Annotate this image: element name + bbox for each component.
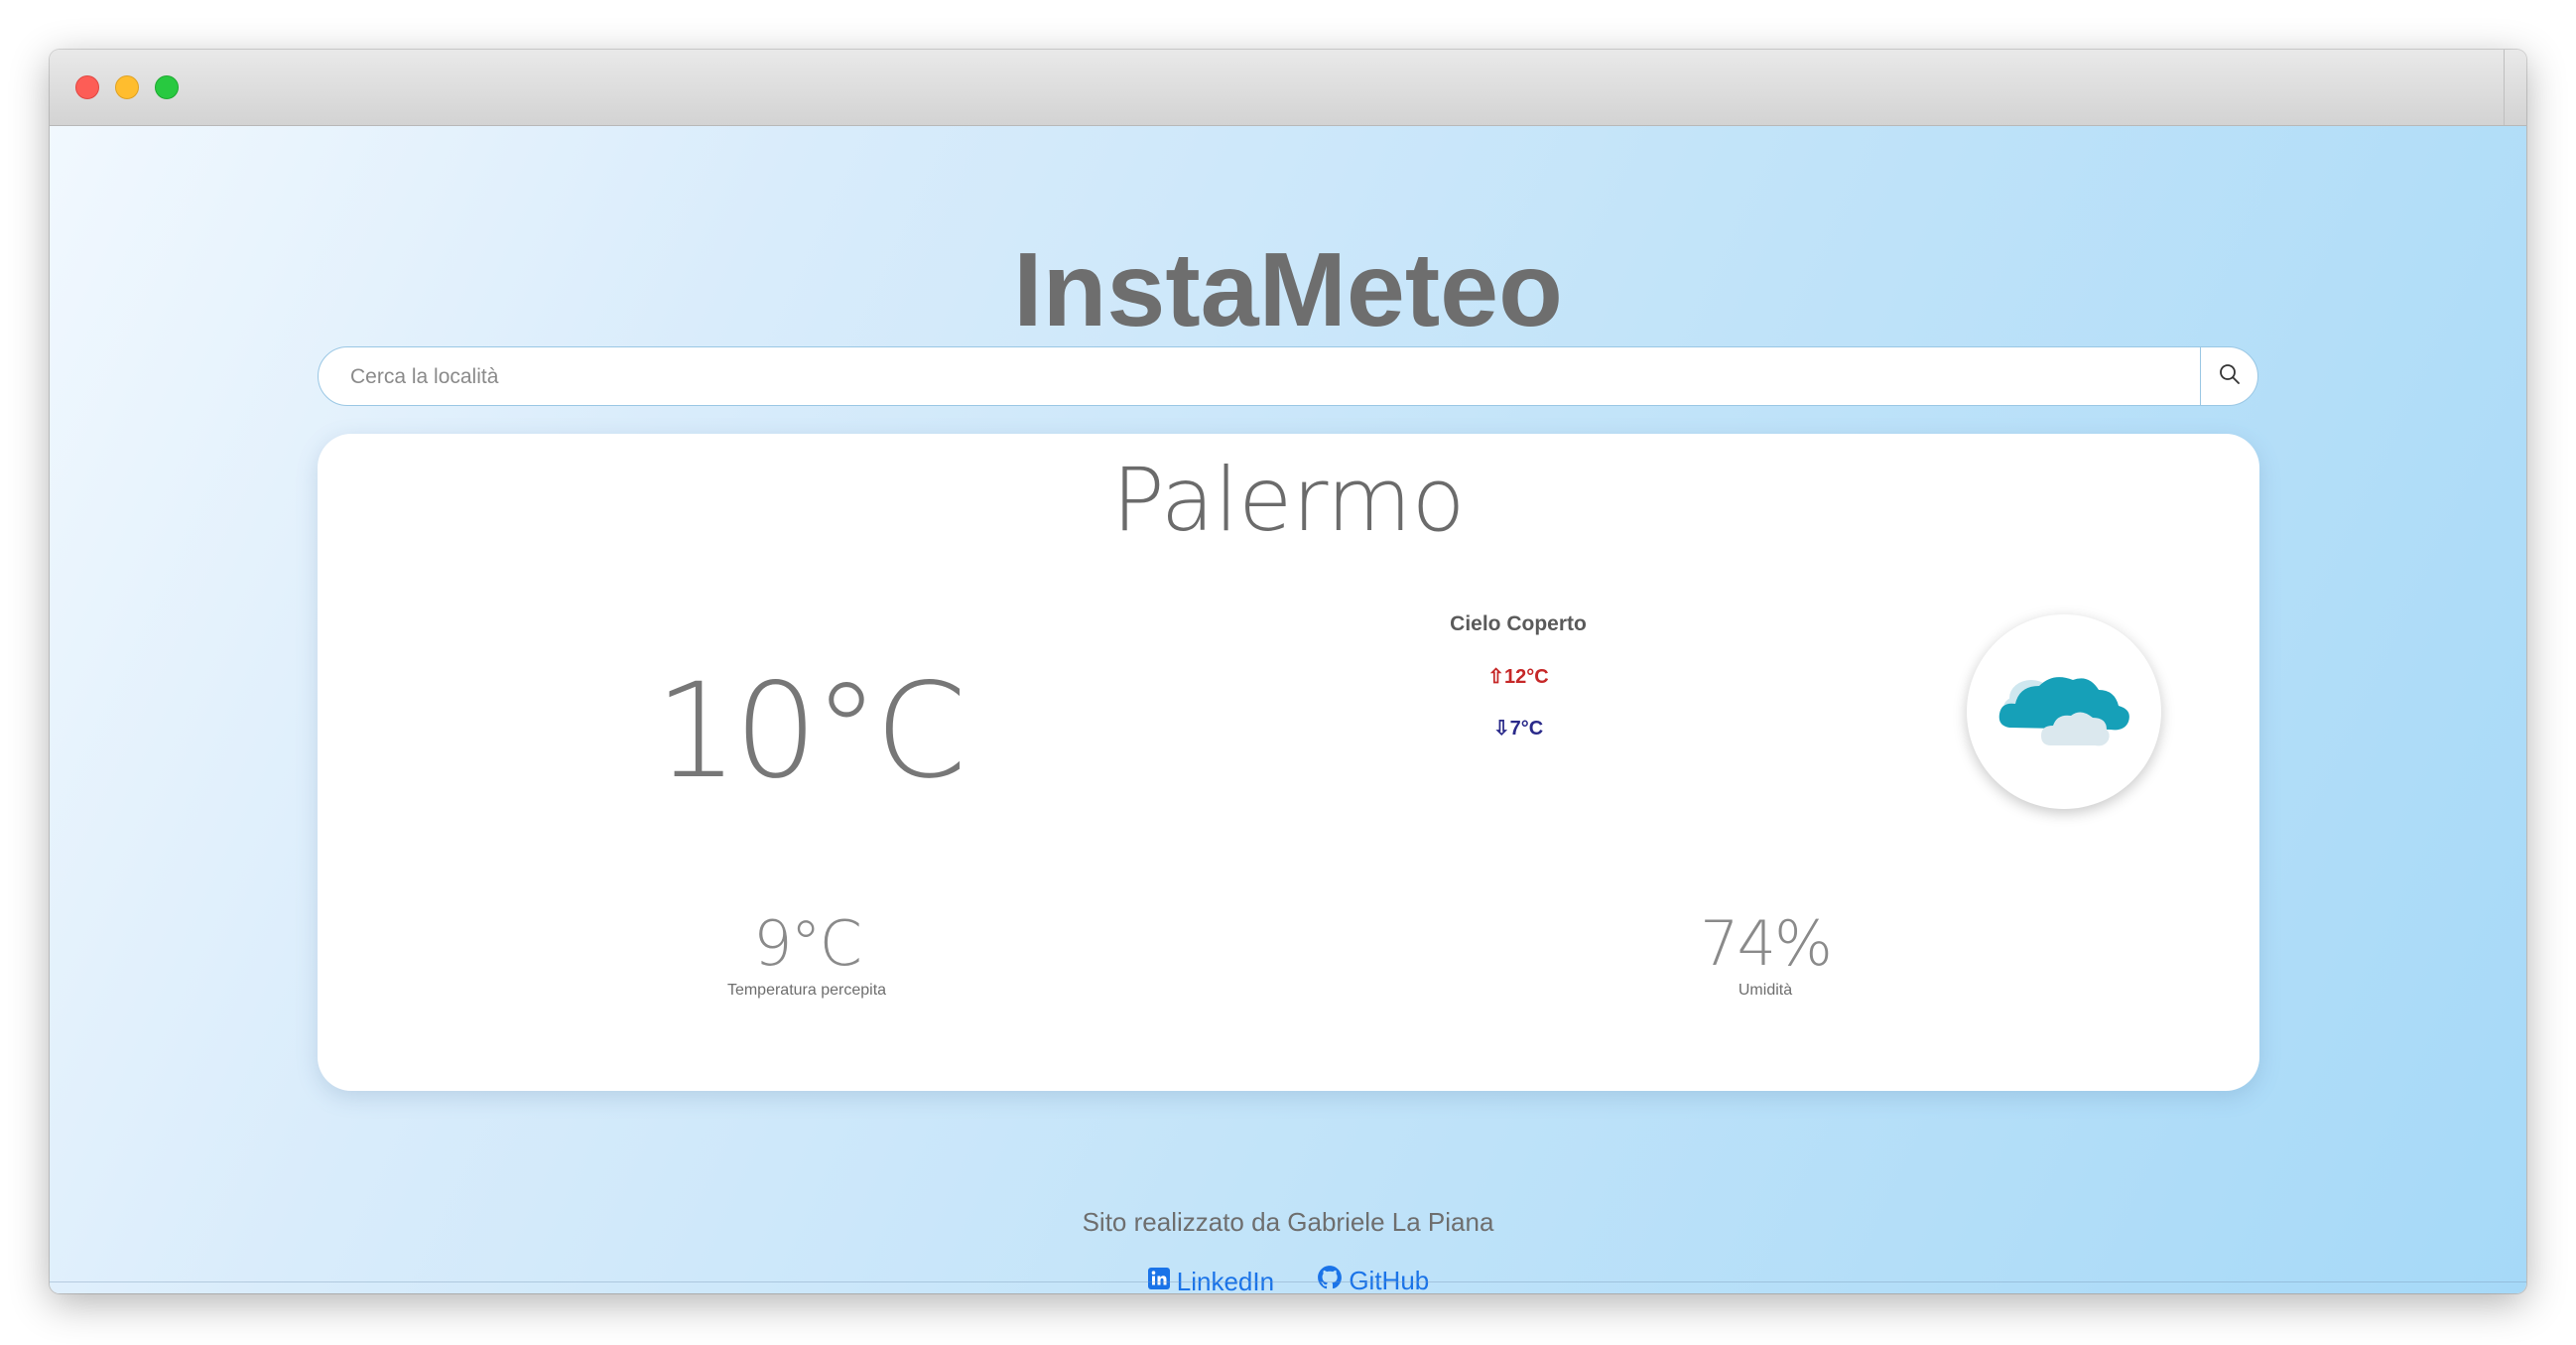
browser-window: InstaMeteo Palermo 10°C Cielo Coperto ⇧1… — [50, 50, 2526, 1293]
page-bottom-divider — [50, 1281, 2526, 1282]
close-window-button[interactable] — [75, 75, 99, 99]
min-temperature: ⇩7°C — [1492, 718, 1544, 740]
search-icon — [2218, 362, 2242, 390]
github-icon — [1317, 1265, 1349, 1293]
github-label: GitHub — [1349, 1266, 1430, 1293]
weather-icon-badge — [1967, 614, 2161, 809]
feels-like-label: Temperatura percepita — [726, 982, 887, 999]
linkedin-label: LinkedIn — [1176, 1267, 1275, 1293]
footer-links: LinkedIn GitHub — [50, 1265, 2526, 1293]
search-input[interactable] — [348, 347, 2178, 405]
linkedin-link[interactable]: LinkedIn — [1147, 1267, 1274, 1293]
page-viewport: InstaMeteo Palermo 10°C Cielo Coperto ⇧1… — [50, 126, 2526, 1293]
search-bar — [318, 346, 2258, 406]
search-button[interactable] — [2200, 347, 2257, 405]
app-title: InstaMeteo — [1013, 231, 1563, 348]
github-link[interactable]: GitHub — [1317, 1265, 1429, 1293]
linkedin-icon — [1147, 1267, 1177, 1293]
humidity-label: Umidità — [1738, 982, 1793, 999]
titlebar-divider — [2504, 50, 2505, 125]
minimize-window-button[interactable] — [115, 75, 139, 99]
max-temperature: ⇧12°C — [1487, 666, 1549, 688]
humidity-value: 74% — [1700, 907, 1833, 980]
cloudy-icon — [1990, 660, 2138, 763]
maximize-window-button[interactable] — [155, 75, 179, 99]
feels-like-value: 9°C — [753, 907, 862, 980]
footer-credit: Sito realizzato da Gabriele La Piana — [1082, 1207, 1494, 1237]
current-temperature: 10°C — [655, 655, 966, 808]
weather-card: Palermo 10°C Cielo Coperto ⇧12°C ⇩7°C 9°… — [318, 434, 2259, 1091]
city-name: Palermo — [1111, 449, 1466, 551]
weather-condition: Cielo Coperto — [1450, 612, 1587, 635]
window-titlebar — [50, 50, 2526, 126]
